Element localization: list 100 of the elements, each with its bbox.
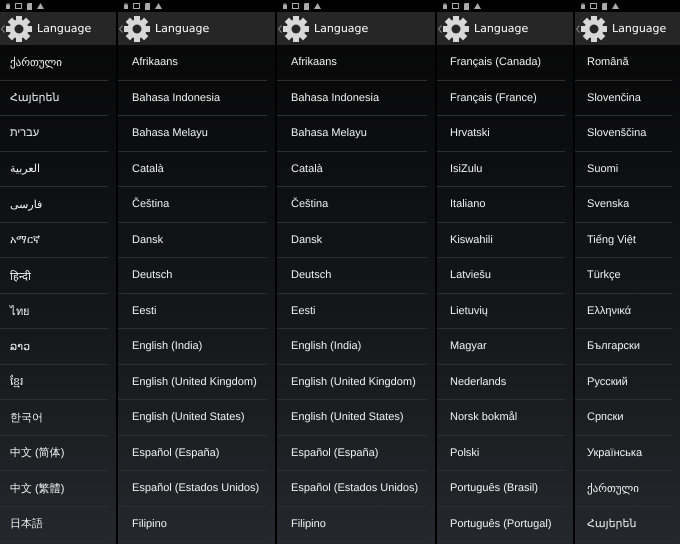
language-item[interactable]: English (United States) xyxy=(118,400,267,436)
settings-icon[interactable] xyxy=(282,14,310,42)
screen-title: Language xyxy=(474,22,528,35)
back-icon[interactable] xyxy=(119,24,123,32)
language-item[interactable]: Norsk bokmål xyxy=(437,400,565,436)
language-item[interactable]: Tiếng Việt xyxy=(575,222,672,258)
back-icon[interactable] xyxy=(576,24,580,32)
language-item[interactable]: Eesti xyxy=(277,294,427,329)
language-item[interactable]: ქართული xyxy=(0,45,108,80)
language-item[interactable]: Nederlands xyxy=(437,364,565,400)
language-item[interactable]: Deutsch xyxy=(277,258,427,294)
language-item[interactable]: English (India) xyxy=(277,329,427,364)
language-item[interactable]: Latviešu xyxy=(437,258,565,294)
lock-icon xyxy=(443,3,447,9)
language-item[interactable]: Bahasa Indonesia xyxy=(277,80,427,116)
screen-title: Language xyxy=(314,22,368,35)
sd-card-icon xyxy=(27,2,32,10)
language-item[interactable]: Português (Portugal) xyxy=(437,506,565,542)
language-item[interactable]: Deutsch xyxy=(118,258,267,294)
warning-icon xyxy=(37,3,44,9)
language-item[interactable]: Français (France) xyxy=(437,80,565,116)
language-item[interactable]: Español (Estados Unidos) xyxy=(118,471,267,506)
warning-icon xyxy=(314,3,321,9)
language-item[interactable]: हिन्दी xyxy=(0,258,108,294)
language-item[interactable]: Ελληνικά xyxy=(575,294,672,329)
language-item[interactable]: ខ្មែរ xyxy=(0,364,108,400)
language-item[interactable]: Română xyxy=(575,45,672,80)
language-item[interactable]: 日本語 xyxy=(0,506,108,542)
language-item[interactable]: Filipino xyxy=(118,506,267,542)
language-item[interactable]: Filipino xyxy=(277,506,427,542)
language-item[interactable]: Հայերեն xyxy=(575,506,672,542)
language-item[interactable]: Polski xyxy=(437,436,565,471)
settings-icon[interactable] xyxy=(5,14,33,42)
language-item[interactable]: Català xyxy=(118,152,267,187)
language-item[interactable]: 中文 (简体) xyxy=(0,436,108,471)
sd-card-icon xyxy=(464,2,469,10)
language-item[interactable]: English (United States) xyxy=(277,400,427,436)
language-item[interactable]: Čeština xyxy=(118,187,267,222)
language-item[interactable]: English (India) xyxy=(118,329,267,364)
lock-icon xyxy=(6,3,10,9)
back-icon[interactable] xyxy=(1,24,5,32)
lock-icon xyxy=(283,3,287,9)
language-item[interactable]: Lietuvių xyxy=(437,294,565,329)
language-item[interactable]: አማርኛ xyxy=(0,222,108,258)
image-icon xyxy=(292,3,299,9)
language-item[interactable]: Slovenščina xyxy=(575,116,672,152)
language-item[interactable]: Српски xyxy=(575,400,672,436)
screen-title: Language xyxy=(37,22,92,35)
language-item[interactable]: IsiZulu xyxy=(437,152,565,187)
language-item[interactable]: Svenska xyxy=(575,187,672,222)
back-icon[interactable] xyxy=(278,24,282,32)
language-item[interactable]: English (United Kingdom) xyxy=(277,364,427,400)
settings-icon[interactable] xyxy=(580,14,608,42)
language-item[interactable]: ქართული xyxy=(575,471,672,506)
language-item[interactable]: Kiswahili xyxy=(437,222,565,258)
language-item[interactable]: فارسی xyxy=(0,187,108,222)
language-item[interactable]: Español (Estados Unidos) xyxy=(277,471,427,506)
language-item[interactable]: Bahasa Melayu xyxy=(277,116,427,152)
language-item[interactable]: ລາວ xyxy=(0,329,108,364)
language-item[interactable]: Bahasa Melayu xyxy=(118,116,267,152)
language-item[interactable]: Dansk xyxy=(118,222,267,258)
screen-title: Language xyxy=(612,22,666,35)
language-item[interactable]: Bahasa Indonesia xyxy=(118,80,267,116)
language-item[interactable]: Հայերեն xyxy=(0,80,108,116)
settings-icon[interactable] xyxy=(123,14,151,42)
language-item[interactable]: English (United Kingdom) xyxy=(118,364,267,400)
language-item[interactable]: Slovenčina xyxy=(575,80,672,116)
warning-icon xyxy=(612,3,619,9)
sd-card-icon xyxy=(304,2,309,10)
language-item[interactable]: עברית xyxy=(0,116,108,152)
language-item[interactable]: العربية xyxy=(0,152,108,187)
image-icon xyxy=(15,3,22,9)
language-item[interactable]: Português (Brasil) xyxy=(437,471,565,506)
language-item[interactable]: Български xyxy=(575,329,672,364)
language-item[interactable]: Afrikaans xyxy=(118,45,267,80)
language-item[interactable]: Dansk xyxy=(277,222,427,258)
language-item[interactable]: ไทย xyxy=(0,294,108,329)
language-item[interactable]: Русский xyxy=(575,364,672,400)
image-icon xyxy=(133,3,140,9)
language-item[interactable]: Español (España) xyxy=(118,436,267,471)
screen-title: Language xyxy=(155,22,210,35)
back-icon[interactable] xyxy=(438,24,442,32)
language-item[interactable]: Afrikaans xyxy=(277,45,427,80)
language-item[interactable]: Italiano xyxy=(437,187,565,222)
language-item[interactable]: Français (Canada) xyxy=(437,45,565,80)
language-item[interactable]: Suomi xyxy=(575,152,672,187)
language-item[interactable]: Hrvatski xyxy=(437,116,565,152)
language-item[interactable]: Català xyxy=(277,152,427,187)
settings-icon[interactable] xyxy=(442,14,470,42)
language-item[interactable]: 한국어 xyxy=(0,400,108,436)
language-item[interactable]: Čeština xyxy=(277,187,427,222)
language-item[interactable]: Українська xyxy=(575,436,672,471)
language-item[interactable]: Eesti xyxy=(118,294,267,329)
language-item[interactable]: Magyar xyxy=(437,329,565,364)
language-item[interactable]: Türkçe xyxy=(575,258,672,294)
sd-card-icon xyxy=(602,2,607,10)
warning-icon xyxy=(474,3,481,9)
image-icon xyxy=(590,3,597,9)
language-item[interactable]: Español (España) xyxy=(277,436,427,471)
language-item[interactable]: 中文 (繁體) xyxy=(0,471,108,506)
